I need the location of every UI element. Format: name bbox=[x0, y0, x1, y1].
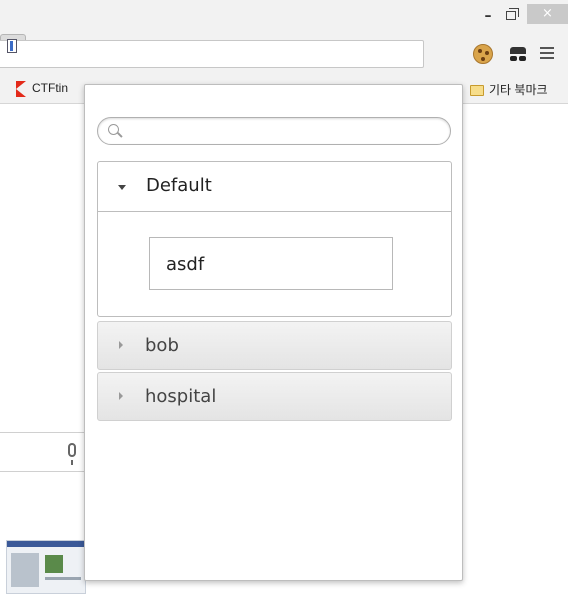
restore-icon-square bbox=[506, 11, 516, 20]
ctftime-logo-icon bbox=[16, 81, 26, 97]
minimize-button[interactable]: – bbox=[478, 6, 498, 26]
bookmark-item-label: asdf bbox=[166, 254, 205, 275]
group-title: Default bbox=[146, 175, 212, 196]
bookmark-ctftime[interactable]: CTFtin bbox=[16, 81, 68, 97]
bookmark-label: CTFtin bbox=[32, 81, 68, 96]
group-header-hospital[interactable]: hospital bbox=[97, 372, 452, 421]
menu-line bbox=[540, 47, 554, 49]
page-search-box[interactable] bbox=[0, 432, 90, 472]
cookie-chip bbox=[478, 49, 482, 53]
bookmark-label: 기타 북마크 bbox=[489, 83, 548, 97]
close-button[interactable]: × bbox=[527, 4, 568, 24]
thumbnail-text bbox=[45, 577, 81, 580]
cookie-chip bbox=[481, 57, 485, 61]
incognito-glasses-right bbox=[519, 56, 526, 61]
page-thumbnail[interactable] bbox=[6, 540, 86, 594]
search-icon bbox=[108, 124, 119, 135]
bookmark-item[interactable]: asdf bbox=[149, 237, 393, 290]
caret-right-icon bbox=[119, 392, 123, 400]
thumbnail-image bbox=[11, 553, 39, 587]
search-input[interactable] bbox=[126, 121, 436, 141]
incognito-icon[interactable] bbox=[507, 44, 529, 66]
menu-line bbox=[540, 57, 554, 59]
menu-line bbox=[540, 52, 554, 54]
other-bookmarks-folder[interactable]: 기타 북마크 bbox=[470, 81, 548, 98]
caret-right-icon bbox=[119, 341, 123, 349]
group-title: hospital bbox=[145, 386, 217, 407]
address-bar[interactable] bbox=[0, 40, 424, 68]
browser-toolbar bbox=[0, 34, 568, 74]
thumbnail-image bbox=[45, 555, 63, 573]
restore-button[interactable] bbox=[503, 6, 521, 26]
caret-down-icon bbox=[118, 185, 126, 190]
bookmark-popup: Default asdf bob hospital bbox=[84, 84, 463, 581]
microphone-icon[interactable] bbox=[68, 443, 76, 465]
group-header-default[interactable]: Default bbox=[98, 162, 451, 212]
bookmark-doc-icon bbox=[7, 39, 17, 53]
folder-icon bbox=[470, 85, 484, 97]
menu-icon[interactable] bbox=[540, 47, 554, 61]
thumbnail-header bbox=[7, 541, 85, 547]
search-field[interactable] bbox=[97, 117, 451, 145]
group-title: bob bbox=[145, 335, 179, 356]
window-titlebar: – × bbox=[0, 0, 568, 34]
incognito-glasses-left bbox=[510, 56, 517, 61]
group-default: Default asdf bbox=[97, 161, 452, 317]
cookie-icon[interactable] bbox=[473, 44, 493, 64]
cookie-chip bbox=[485, 51, 489, 55]
incognito-hat bbox=[510, 47, 526, 54]
group-header-bob[interactable]: bob bbox=[97, 321, 452, 370]
